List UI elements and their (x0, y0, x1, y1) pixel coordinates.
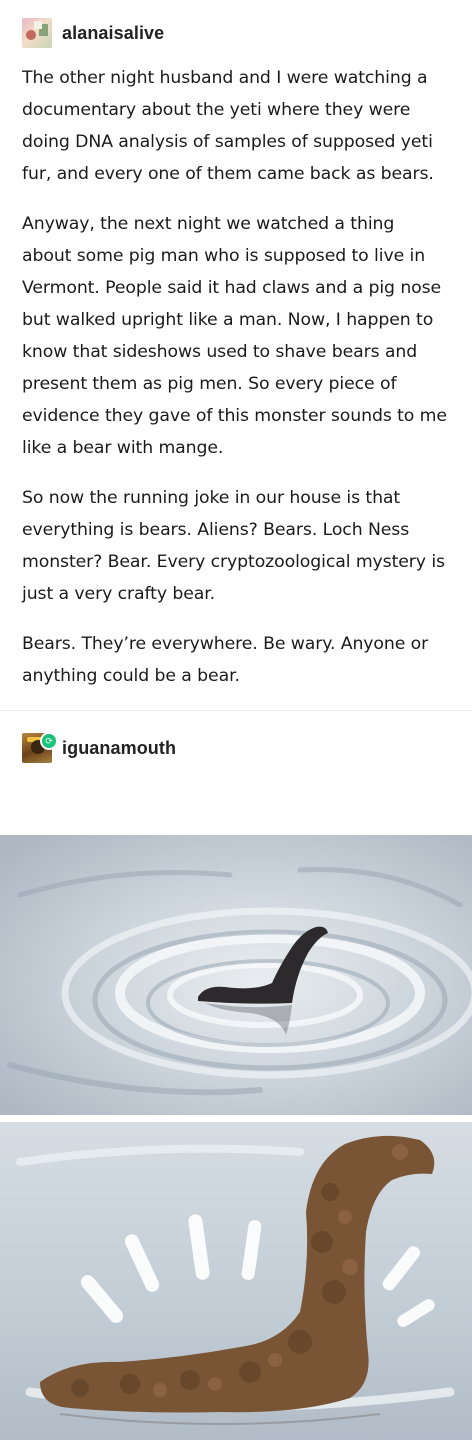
bear-loch-ness-image[interactable] (0, 1122, 472, 1440)
reblog-header: ⟳ iguanamouth (0, 711, 472, 763)
post-paragraph: The other night husband and I were watch… (22, 68, 434, 184)
post-paragraph: Anyway, the next night we watched a thin… (22, 214, 447, 458)
original-post-header: alanaisalive (0, 0, 472, 52)
loch-ness-made-of-bears-painting (0, 1122, 472, 1440)
avatar-detail (26, 30, 36, 40)
original-poster-username[interactable]: alanaisalive (62, 23, 164, 44)
avatar-detail (34, 21, 42, 29)
loch-ness-silhouette-image[interactable] (0, 835, 472, 1115)
original-post-body: The other night husband and I were watch… (0, 52, 472, 692)
reblogger-username[interactable]: iguanamouth (62, 738, 176, 759)
post-paragraph: Bears. They’re everywhere. Be wary. Anyo… (22, 634, 429, 686)
post-paragraph: So now the running joke in our house is … (22, 488, 445, 604)
user-avatar[interactable] (22, 18, 52, 48)
reblog-icon: ⟳ (40, 732, 58, 750)
loch-ness-silhouette-painting (0, 835, 472, 1115)
